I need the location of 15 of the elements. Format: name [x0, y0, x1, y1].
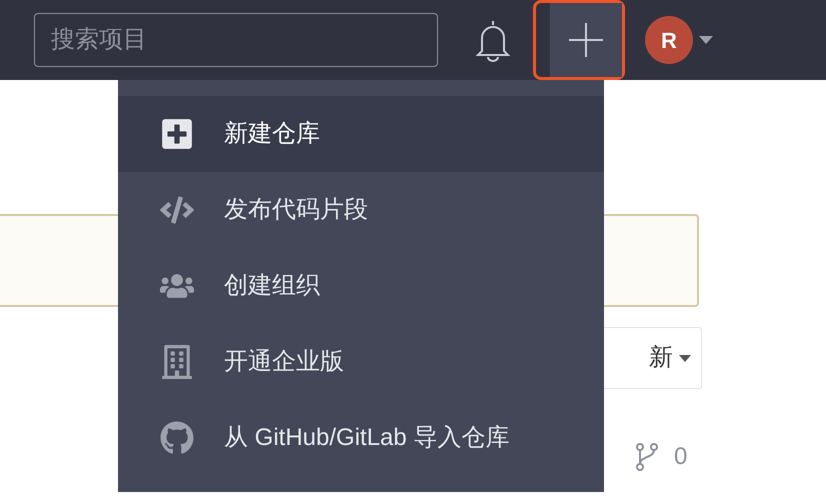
avatar[interactable]: R	[645, 16, 693, 64]
octocat-icon	[160, 421, 194, 455]
fork-count: 0	[674, 442, 688, 472]
menu-item[interactable]: 发布代码片段	[118, 172, 604, 248]
menu-item[interactable]: 从 GitHub/GitLab 导入仓库	[118, 400, 604, 476]
search-field[interactable]: 搜索项目	[34, 13, 438, 67]
menu-item[interactable]: 新建仓库	[118, 96, 604, 172]
plus-icon	[568, 22, 604, 58]
caret-icon[interactable]	[699, 36, 713, 44]
branch-icon	[636, 443, 658, 471]
bell-icon[interactable]	[475, 18, 511, 62]
building-icon	[160, 345, 194, 379]
create-button[interactable]	[533, 0, 625, 80]
menu-item[interactable]: 创建组织	[118, 248, 604, 324]
caret-icon	[679, 354, 691, 362]
